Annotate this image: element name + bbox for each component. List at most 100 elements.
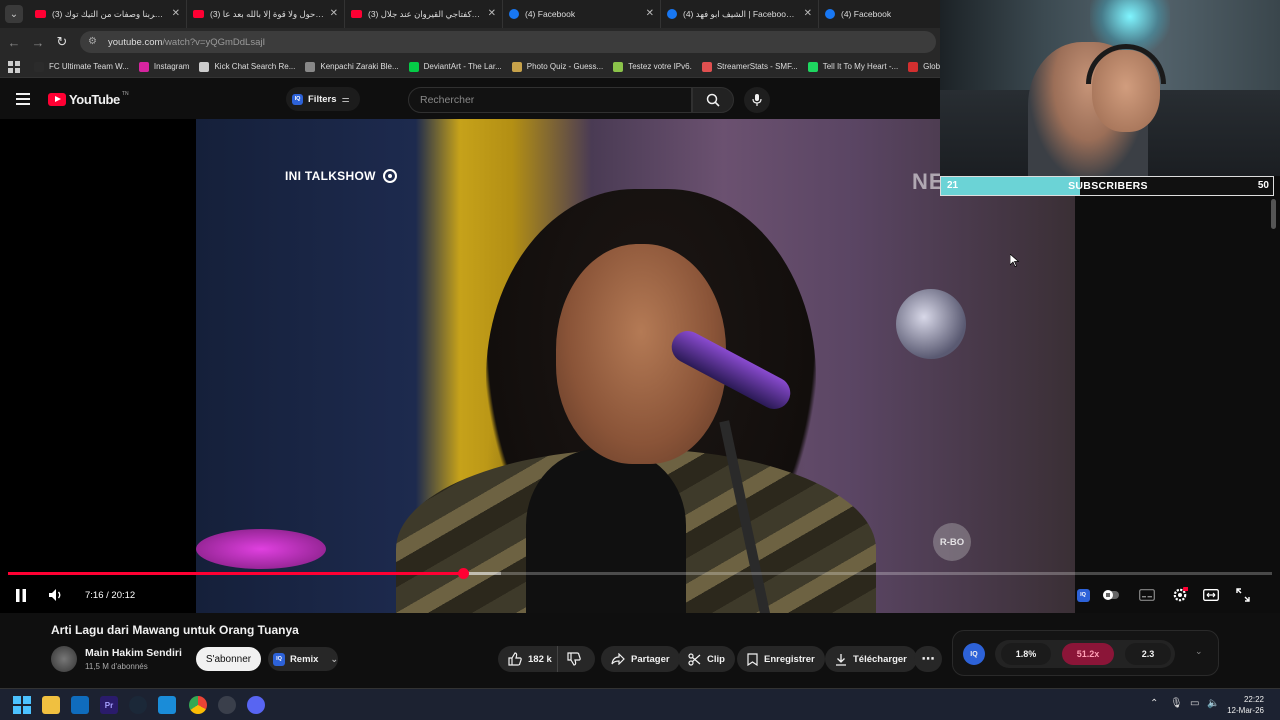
save-label: Enregistrer — [764, 653, 815, 665]
youtube-icon — [351, 10, 362, 18]
iq-player-button[interactable]: IQ — [1074, 585, 1092, 605]
voice-search-button[interactable] — [744, 87, 770, 113]
store-icon[interactable] — [158, 696, 176, 714]
search-input[interactable]: Rechercher — [408, 87, 692, 113]
back-button[interactable]: ← — [4, 32, 24, 52]
bookmark-favicon-icon — [511, 61, 522, 72]
fullscreen-button[interactable] — [1234, 585, 1252, 605]
scrollbar[interactable] — [1271, 199, 1276, 229]
subscriber-count: 11,5 M d'abonnés — [85, 662, 148, 671]
close-icon[interactable]: ✕ — [330, 8, 338, 19]
youtube-logo[interactable]: YouTube TN — [48, 91, 129, 107]
premiere-icon[interactable]: Pr — [100, 696, 118, 714]
progress-bar[interactable] — [8, 568, 1272, 579]
progress-played — [8, 572, 464, 575]
avatar[interactable] — [51, 646, 77, 672]
iq-stat-score: 2.3 — [1125, 643, 1171, 665]
steam-icon[interactable] — [129, 696, 147, 714]
autoplay-icon — [1103, 590, 1119, 600]
obs-icon[interactable] — [218, 696, 236, 714]
browser-tab[interactable]: (3) جربنا وصفات من التيك توك 🍓 ✕ — [29, 0, 187, 28]
close-icon[interactable]: ✕ — [804, 8, 812, 19]
more-icon: ⋯ — [921, 651, 935, 666]
search-button[interactable] — [692, 87, 734, 113]
site-info-icon[interactable]: ⚙ — [88, 36, 100, 48]
bookmark-item[interactable]: Kenpachi Zaraki Ble... — [305, 61, 399, 72]
chrome-icon[interactable] — [189, 696, 207, 714]
bookmark-favicon-icon — [613, 61, 624, 72]
microphone-tray-icon[interactable]: 🎙 — [1170, 698, 1183, 709]
remix-button[interactable]: IQ Remix ⌄ — [268, 647, 338, 671]
download-button[interactable]: Télécharger — [825, 646, 917, 672]
browser-tab[interactable]: (4) Facebook — [819, 0, 939, 28]
subtitles-icon — [1139, 589, 1155, 601]
bookmark-list: FC Ultimate Team W... Instagram Kick Chat … — [34, 61, 940, 72]
close-icon[interactable]: ✕ — [172, 8, 180, 19]
close-icon[interactable]: ✕ — [488, 8, 496, 19]
windows-start-icon[interactable] — [13, 696, 31, 714]
facebook-icon — [667, 9, 677, 19]
outlook-icon[interactable] — [71, 696, 89, 714]
bookmark-item[interactable]: Photo Quiz - Guess... — [511, 61, 603, 72]
url-field[interactable]: ⚙ youtube.com/watch?v=yQGmDdLsajI — [80, 31, 936, 53]
reload-button[interactable]: ↻ — [52, 32, 72, 52]
settings-button[interactable] — [1170, 585, 1190, 605]
tab-title: (3) ولا حول ولا قوة إلا بالله بعد عا — [210, 8, 324, 19]
goal-target: 50 — [1257, 180, 1269, 191]
bookmark-item[interactable]: Globa — [908, 61, 940, 72]
chevron-down-icon: ⌄ — [9, 8, 19, 20]
browser-tab[interactable]: (4) Facebook ✕ — [503, 0, 661, 28]
autoplay-toggle[interactable] — [1102, 585, 1120, 605]
filters-button[interactable]: IQ Filters ⚌ — [286, 87, 360, 111]
file-explorer-icon[interactable] — [42, 696, 60, 714]
clock-time: 22:22 — [1243, 695, 1264, 704]
subtitles-button[interactable] — [1138, 585, 1156, 605]
like-button[interactable]: 182 k — [498, 646, 558, 672]
bookmark-item[interactable]: FC Ultimate Team W... — [34, 61, 129, 72]
progress-scrubber[interactable] — [458, 568, 470, 579]
browser-tab[interactable]: (3) سر كفتاجي القيروان عند جلال ✕ — [345, 0, 503, 28]
share-button[interactable]: Partager — [601, 646, 680, 672]
browser-tab[interactable]: (3) ولا حول ولا قوة إلا بالله بعد عا ✕ — [187, 0, 345, 28]
tab-search-dropdown[interactable]: ⌄ — [5, 5, 23, 23]
apps-icon[interactable] — [8, 60, 20, 73]
discord-icon[interactable] — [247, 696, 265, 714]
youtube-header: YouTube TN IQ Filters ⚌ Rechercher — [0, 78, 940, 120]
volume-button[interactable] — [46, 585, 66, 605]
theater-mode-button[interactable] — [1202, 585, 1220, 605]
close-icon[interactable]: ✕ — [646, 8, 654, 19]
channel-name[interactable]: Main Hakim Sendiri — [85, 647, 182, 659]
speaker-icon[interactable]: 🔈 — [1207, 698, 1219, 709]
bookmark-item[interactable]: Kick Chat Search Re... — [199, 61, 295, 72]
more-actions-button[interactable]: ⋯ — [914, 646, 942, 672]
youtube-play-icon — [48, 93, 66, 106]
browser-tab[interactable]: (4) الشيف ابو فهد | Facebook -ls ✕ — [661, 0, 819, 28]
webcam-overlay — [940, 0, 1280, 176]
youtube-icon — [193, 10, 204, 18]
download-label: Télécharger — [853, 653, 907, 665]
bookmark-item[interactable]: Instagram — [138, 61, 189, 72]
search-icon — [706, 93, 720, 107]
iq-badge[interactable]: IQ — [963, 643, 985, 665]
bookmark-item[interactable]: Testez votre IPv6. — [613, 61, 692, 72]
bookmark-item[interactable]: DeviantArt - The Lar... — [408, 61, 502, 72]
network-icon[interactable]: ▭ — [1190, 698, 1199, 709]
system-clock[interactable]: 22:22 12-Mar-26 — [1227, 694, 1264, 716]
tab-title: (3) جربنا وصفات من التيك توك 🍓 — [52, 8, 166, 19]
forward-button[interactable]: → — [28, 32, 48, 52]
iq-icon: IQ — [292, 93, 303, 105]
dislike-button[interactable] — [558, 652, 595, 666]
menu-icon[interactable] — [16, 93, 30, 105]
subscriber-goal-bar: 21 SUBSCRIBERS 50 — [940, 176, 1274, 196]
watermark-badge: R-BO — [933, 523, 971, 561]
bookmark-favicon-icon — [701, 61, 712, 72]
pause-button[interactable] — [12, 585, 30, 605]
bookmark-item[interactable]: Tell It To My Heart -... — [807, 61, 898, 72]
chevron-up-icon[interactable]: ⌃ — [1150, 698, 1158, 709]
subscribe-button[interactable]: S'abonner — [196, 647, 261, 671]
clip-button[interactable]: Clip — [678, 646, 735, 672]
url-path: /watch?v=yQGmDdLsajI — [162, 36, 266, 48]
bookmark-item[interactable]: StreamerStats - SMF... — [701, 61, 798, 72]
save-button[interactable]: Enregistrer — [737, 646, 825, 672]
chevron-down-icon[interactable]: ⌄ — [1195, 646, 1203, 657]
